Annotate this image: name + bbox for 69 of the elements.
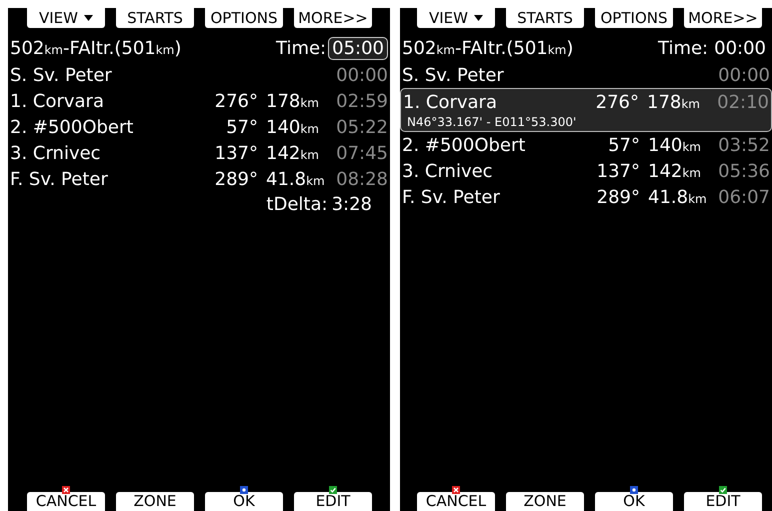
time-field[interactable]: 05:00 — [328, 36, 388, 60]
caret-icon — [84, 15, 93, 21]
task-title: 502 km-FAItr.(501 km) — [402, 38, 574, 58]
dot-icon — [630, 486, 638, 494]
time-label: Time: — [658, 38, 708, 58]
waypoint-name: 1. Corvara — [403, 92, 498, 112]
waypoint-name: F. Sv. Peter — [10, 168, 109, 190]
time-text: 07:45 — [335, 142, 388, 164]
distance-text: 178 km — [266, 90, 320, 112]
time-text: 05:22 — [335, 116, 388, 138]
distance-text: 41.8km — [648, 186, 708, 208]
waypoint-name: 3. Crnivec — [10, 142, 102, 164]
bearing-text: 276° — [214, 90, 259, 112]
bearing-text: 289° — [596, 186, 641, 208]
menu-tab[interactable]: MORE>> — [294, 8, 372, 28]
bearing-text: 57° — [225, 116, 259, 138]
time-text: 03:52 — [717, 134, 770, 156]
waypoint-name: 1. Corvara — [10, 90, 105, 112]
menu-tab[interactable]: OPTIONS — [205, 8, 283, 28]
time-label: Time: — [276, 38, 326, 58]
close-icon — [62, 486, 70, 494]
distance-text: 142 km — [266, 142, 320, 164]
menu-tab[interactable]: STARTS — [506, 8, 584, 28]
bearing-text: 137° — [596, 160, 641, 182]
check-icon — [719, 486, 727, 494]
softkey-button[interactable]: OK — [595, 492, 673, 511]
delta-label: tDelta: — [266, 194, 328, 215]
waypoint-name: S. Sv. Peter — [402, 64, 505, 86]
coordinates-text: N46°33.167' - E011°53.300' — [406, 115, 578, 131]
time-text: 02:10 — [716, 92, 769, 112]
dot-icon — [240, 486, 248, 494]
menu-tab[interactable]: VIEW — [27, 8, 105, 28]
distance-text: 140km — [648, 134, 702, 156]
bearing-text: 137° — [214, 142, 259, 164]
close-icon — [452, 486, 460, 494]
distance-text: 178 km — [647, 92, 701, 112]
softkey-button[interactable]: EDIT — [294, 492, 372, 511]
waypoint-name: 3. Crnivec — [402, 160, 494, 182]
time-text: 06:07 — [717, 186, 770, 208]
menu-tab[interactable]: STARTS — [116, 8, 194, 28]
softkey-button[interactable]: EDIT — [684, 492, 762, 511]
caret-icon — [474, 15, 483, 21]
bearing-text: 289° — [214, 168, 259, 190]
waypoint-name: F. Sv. Peter — [402, 186, 501, 208]
menu-tab[interactable]: VIEW — [417, 8, 495, 28]
time-text: 02:59 — [335, 90, 388, 112]
menu-tab[interactable]: OPTIONS — [595, 8, 673, 28]
softkey-button[interactable]: CANCEL — [417, 492, 495, 511]
distance-text: 142 km — [648, 160, 702, 182]
softkey-button[interactable]: OK — [205, 492, 283, 511]
time-text: 08:28 — [335, 168, 388, 190]
bearing-text: 276° — [594, 92, 640, 112]
check-icon — [329, 486, 337, 494]
time-text: 00:00 — [335, 64, 388, 86]
task-title: 502 km-FAItr.(501 km) — [10, 38, 182, 58]
distance-text: 41.8km — [266, 168, 326, 190]
softkey-button[interactable]: ZONE — [116, 492, 194, 511]
waypoint-name: S. Sv. Peter — [10, 64, 113, 86]
time-text: 00:00 — [717, 64, 770, 86]
softkey-button[interactable]: ZONE — [506, 492, 584, 511]
time-field[interactable]: 00:00 — [710, 36, 770, 60]
softkey-button[interactable]: CANCEL — [27, 492, 105, 511]
bearing-text: 57° — [607, 134, 641, 156]
waypoint-name: 2. #500Obert — [10, 116, 134, 138]
waypoint-name: 2. #500Obert — [402, 134, 526, 156]
menu-tab[interactable]: MORE>> — [684, 8, 762, 28]
distance-text: 140km — [266, 116, 320, 138]
time-text: 05:36 — [717, 160, 770, 182]
delta-value: 3:28 — [332, 194, 372, 215]
